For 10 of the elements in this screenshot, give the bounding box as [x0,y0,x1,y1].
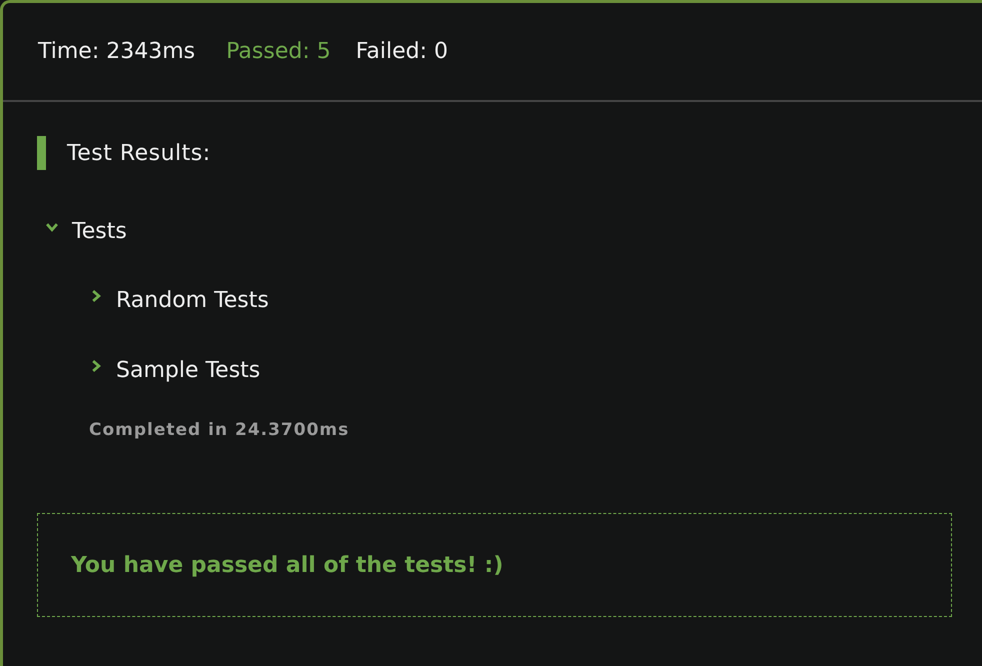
stat-label: Failed: 0 [356,39,448,64]
tree-item[interactable]: Random Tests [89,283,269,317]
completion-time: Completed in 24.3700ms [89,420,350,440]
section-title: Test Results: [67,140,211,166]
accent-bar [37,136,46,170]
success-message: You have passed all of the tests! :) [71,552,504,578]
stat-label: Passed: 5 [226,39,331,64]
stat-label: Time: 2343ms [38,39,196,64]
tree-item[interactable]: Sample Tests [89,353,260,387]
tree-item[interactable]: Tests [45,214,127,248]
